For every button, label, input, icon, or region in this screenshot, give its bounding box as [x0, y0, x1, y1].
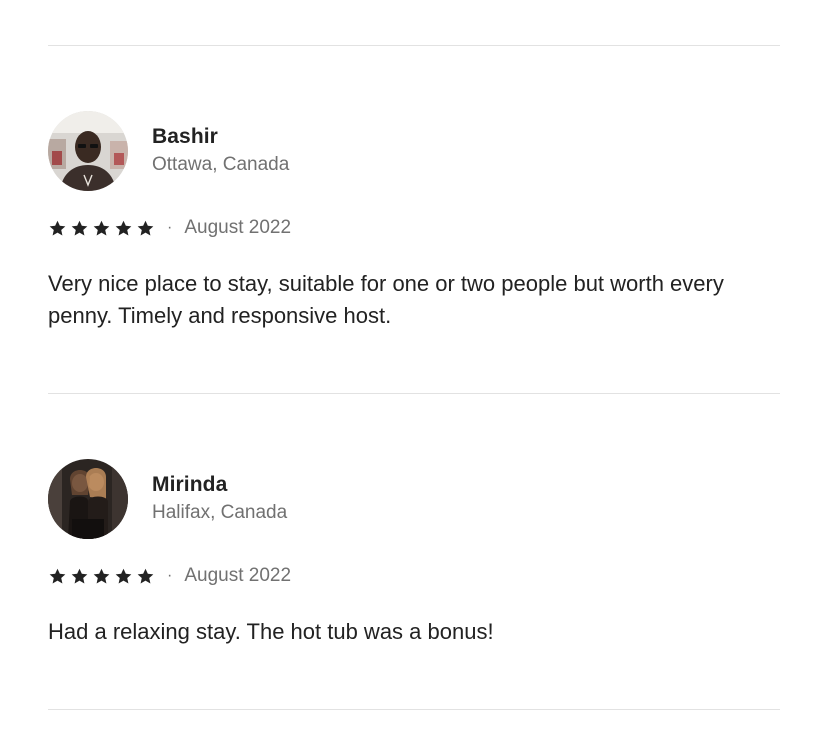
reviewer-location: Halifax, Canada	[152, 502, 288, 523]
star-rating	[48, 219, 155, 238]
rating-row: · August 2022	[48, 216, 780, 240]
rating-row: · August 2022	[48, 564, 780, 588]
star-icon	[93, 220, 110, 235]
star-icon	[93, 568, 110, 583]
reviewer-location: Ottawa, Canada	[152, 154, 290, 175]
review-date: August 2022	[184, 217, 292, 238]
star-icon	[137, 568, 154, 583]
divider	[48, 393, 780, 394]
avatar[interactable]	[48, 111, 128, 191]
divider	[48, 45, 780, 46]
separator-dot: ·	[167, 219, 173, 236]
star-icon	[49, 568, 66, 583]
reviewer-name: Bashir	[152, 125, 218, 148]
review-header: Mirinda Halifax, Canada	[48, 459, 780, 539]
star-icon	[115, 568, 132, 583]
star-icon	[71, 220, 88, 235]
review-card: Mirinda Halifax, Canada · August 2022 Ha…	[48, 459, 780, 648]
review-text: Had a relaxing stay. The hot tub was a b…	[48, 619, 494, 644]
star-icon	[71, 568, 88, 583]
reviewer-name: Mirinda	[152, 473, 228, 496]
avatar[interactable]	[48, 459, 128, 539]
divider	[48, 709, 780, 710]
review-header: Bashir Ottawa, Canada	[48, 111, 780, 191]
avatar-image	[48, 459, 128, 539]
star-icon	[49, 220, 66, 235]
separator-dot: ·	[167, 567, 173, 584]
star-rating	[48, 567, 155, 586]
review-date: August 2022	[184, 565, 292, 586]
star-icon	[137, 220, 154, 235]
review-card: Bashir Ottawa, Canada · August 2022 Very…	[48, 111, 780, 332]
reviews-page: Bashir Ottawa, Canada · August 2022 Very…	[0, 0, 828, 749]
avatar-image	[48, 111, 128, 191]
star-icon	[115, 220, 132, 235]
review-text: Very nice place to stay, suitable for on…	[48, 271, 724, 328]
